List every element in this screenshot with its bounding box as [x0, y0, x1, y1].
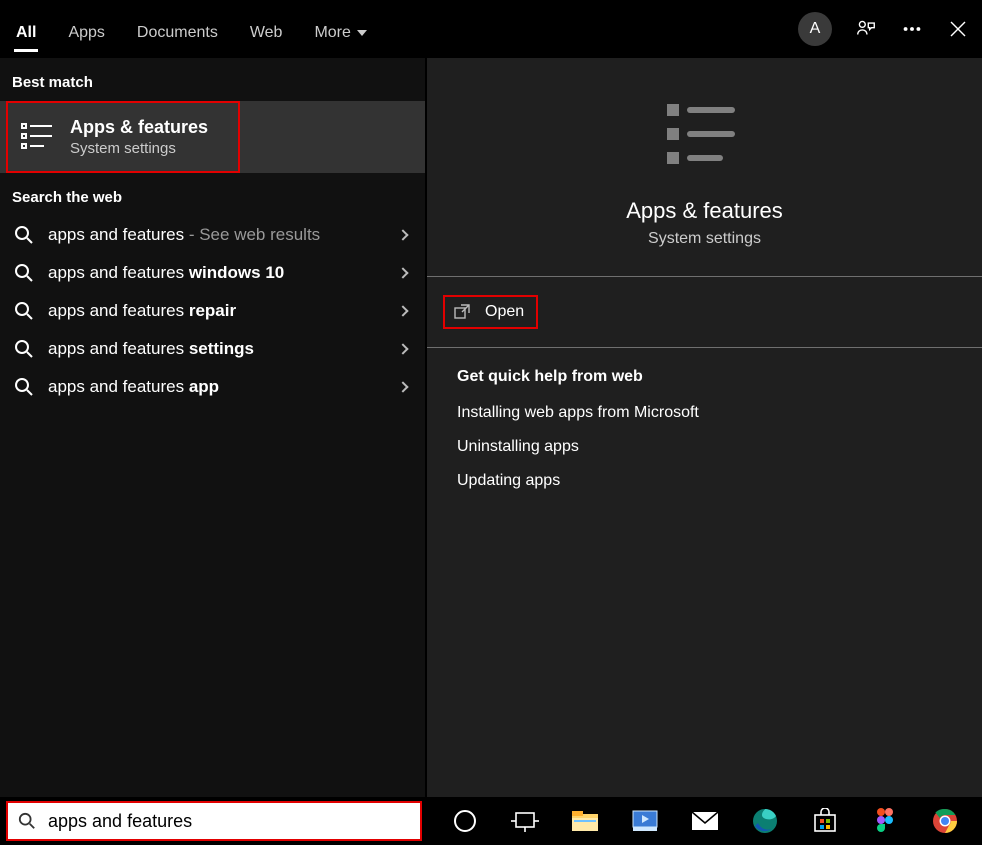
open-button[interactable]: Open	[443, 295, 538, 329]
more-options-icon[interactable]	[900, 17, 924, 41]
tab-web[interactable]: Web	[248, 10, 285, 58]
search-icon	[14, 301, 34, 321]
detail-title: Apps & features	[626, 198, 783, 224]
web-result-item[interactable]: apps and features - See web results	[0, 216, 425, 254]
best-match-heading: Best match	[0, 58, 425, 101]
cortana-icon[interactable]	[450, 806, 480, 836]
open-action-row: Open	[427, 277, 982, 347]
search-web-heading: Search the web	[0, 173, 425, 216]
help-link[interactable]: Installing web apps from Microsoft	[457, 404, 982, 422]
chrome-icon[interactable]	[930, 806, 960, 836]
chevron-right-icon	[397, 305, 408, 316]
search-tabs: All Apps Documents Web More	[14, 0, 369, 58]
web-result-text: apps and features repair	[48, 301, 385, 321]
web-result-text: apps and features windows 10	[48, 263, 385, 283]
results-panel: Best match Apps & features	[0, 58, 427, 797]
web-result-text: apps and features app	[48, 377, 385, 397]
search-icon	[18, 812, 36, 830]
detail-header: Apps & features System settings	[427, 58, 982, 276]
web-result-item[interactable]: apps and features app	[0, 368, 425, 406]
chevron-down-icon	[357, 30, 367, 36]
taskbar-search-box[interactable]	[6, 801, 422, 841]
web-results-list: apps and features - See web results apps…	[0, 216, 425, 406]
open-button-label: Open	[485, 303, 524, 321]
search-input[interactable]	[46, 810, 410, 833]
header-row: All Apps Documents Web More A	[0, 0, 982, 58]
main-content: Best match Apps & features	[0, 58, 982, 797]
close-icon[interactable]	[946, 17, 970, 41]
tab-more[interactable]: More	[312, 10, 368, 58]
web-result-text: apps and features settings	[48, 339, 385, 359]
best-match-item[interactable]: Apps & features System settings	[6, 101, 240, 173]
header-actions: A	[798, 12, 970, 46]
avatar[interactable]: A	[798, 12, 832, 46]
web-result-text: apps and features - See web results	[48, 225, 385, 245]
mail-icon[interactable]	[690, 806, 720, 836]
video-editor-icon[interactable]	[630, 806, 660, 836]
help-link[interactable]: Updating apps	[457, 472, 982, 490]
chevron-right-icon	[397, 381, 408, 392]
detail-subtitle: System settings	[648, 230, 761, 248]
tab-more-label: More	[314, 24, 350, 42]
apps-features-icon	[20, 119, 56, 155]
chevron-right-icon	[397, 267, 408, 278]
edge-icon[interactable]	[750, 806, 780, 836]
tab-apps[interactable]: Apps	[66, 10, 106, 58]
microsoft-store-icon[interactable]	[810, 806, 840, 836]
tab-all[interactable]: All	[14, 10, 38, 58]
search-icon	[14, 225, 34, 245]
search-icon	[14, 339, 34, 359]
task-view-icon[interactable]	[510, 806, 540, 836]
feedback-icon[interactable]	[854, 17, 878, 41]
best-match-title: Apps & features	[70, 117, 208, 138]
open-icon	[453, 303, 471, 321]
taskbar-icons	[450, 806, 960, 836]
taskbar	[0, 797, 982, 845]
web-result-item[interactable]: apps and features windows 10	[0, 254, 425, 292]
best-match-subtitle: System settings	[70, 140, 208, 157]
tab-documents[interactable]: Documents	[135, 10, 220, 58]
quick-help-block: Get quick help from web Installing web a…	[427, 348, 982, 506]
file-explorer-icon[interactable]	[570, 806, 600, 836]
chevron-right-icon	[397, 343, 408, 354]
apps-features-large-icon	[657, 86, 753, 182]
quick-help-heading: Get quick help from web	[457, 368, 982, 386]
figma-icon[interactable]	[870, 806, 900, 836]
help-link[interactable]: Uninstalling apps	[457, 438, 982, 456]
web-result-item[interactable]: apps and features settings	[0, 330, 425, 368]
chevron-right-icon	[397, 229, 408, 240]
search-icon	[14, 263, 34, 283]
search-icon	[14, 377, 34, 397]
detail-panel: Apps & features System settings Open	[427, 58, 982, 797]
web-result-item[interactable]: apps and features repair	[0, 292, 425, 330]
